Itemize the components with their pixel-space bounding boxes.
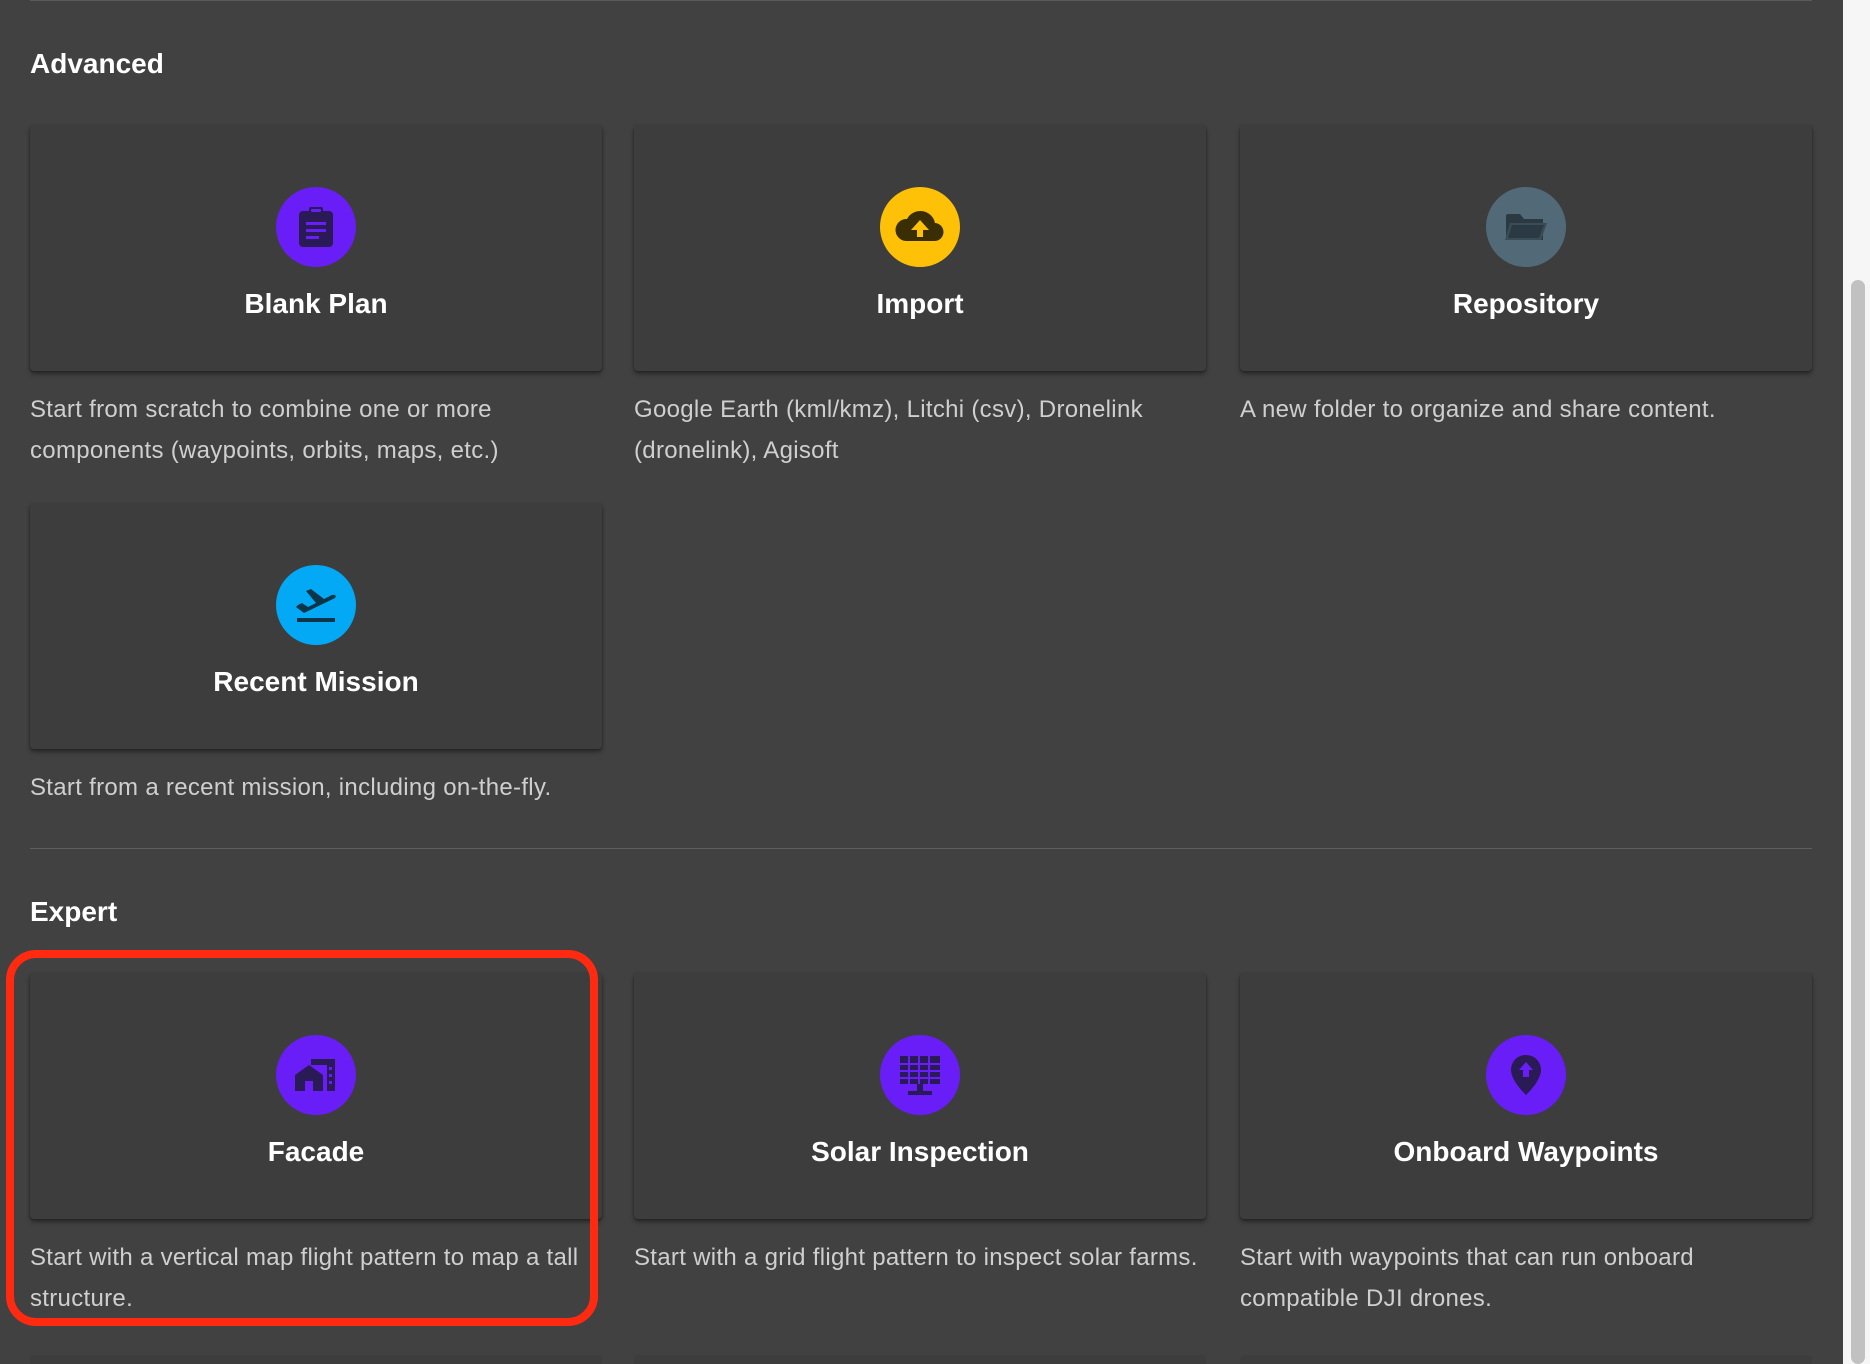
flight-takeoff-icon [276,565,356,645]
card-onboard-waypoints[interactable]: Onboard Waypoints [1240,973,1812,1219]
card-description: Start with a grid flight pattern to insp… [634,1244,1198,1271]
card-description: Start from scratch to combine one or mor… [30,396,499,464]
cloud-upload-icon [880,187,960,267]
map-pin-icon [1486,1035,1566,1115]
card-title: Onboard Waypoints [1393,1136,1659,1167]
card-title: Solar Inspection [811,1136,1029,1167]
card-facade[interactable]: Facade [30,973,602,1219]
card-description: Start with a vertical map flight pattern… [30,1244,579,1312]
clipboard-icon [276,187,356,267]
card-title: Recent Mission [213,666,419,697]
card-description: Start with waypoints that can run onboar… [1240,1244,1694,1312]
card-partial[interactable] [634,1355,1206,1364]
section-title-expert: Expert [30,896,118,927]
card-repository[interactable]: Repository [1240,125,1812,371]
card-solar-inspection[interactable]: Solar Inspection [634,973,1206,1219]
card-description: A new folder to organize and share conte… [1240,396,1716,423]
top-divider [30,0,1812,1]
card-partial[interactable] [1240,1355,1812,1364]
card-title: Blank Plan [244,288,388,319]
card-recent-mission[interactable]: Recent Mission [30,503,602,749]
section-title-advanced: Advanced [30,48,164,79]
section-divider [30,848,1812,849]
card-title: Facade [267,1136,365,1167]
card-import[interactable]: Import [634,125,1206,371]
folder-open-icon [1486,187,1566,267]
scrollbar-thumb[interactable] [1851,280,1865,1364]
card-description: Google Earth (kml/kmz), Litchi (csv), Dr… [634,396,1143,464]
card-description: Start from a recent mission, including o… [30,774,552,801]
buildings-icon [276,1035,356,1115]
solar-panel-icon [880,1035,960,1115]
card-title: Repository [1452,288,1600,319]
card-title: Import [876,288,964,319]
card-blank-plan[interactable]: Blank Plan [30,125,602,371]
card-partial[interactable] [30,1355,602,1364]
